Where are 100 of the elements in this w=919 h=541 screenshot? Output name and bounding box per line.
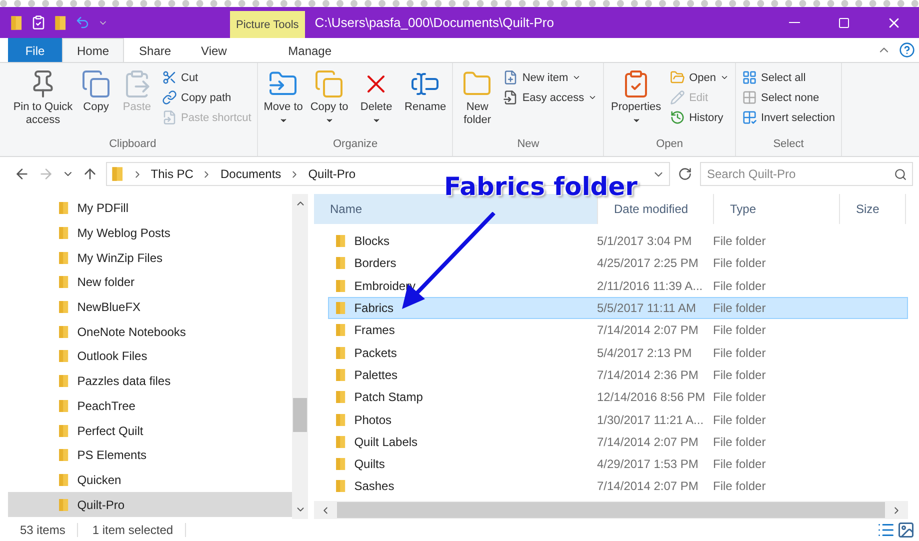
file-row[interactable]: Packets 5/4/2017 2:13 PM File folder: [328, 341, 908, 364]
folder-icon: [335, 278, 346, 293]
ribbon-button[interactable]: Easy access: [501, 89, 600, 106]
file-row[interactable]: Embroidery 2/11/2016 11:39 A... File folder: [328, 274, 908, 297]
folder-icon: [335, 256, 346, 270]
folder-icon: [335, 323, 346, 338]
nav-item[interactable]: Pazzles data files: [8, 368, 292, 394]
new-item-icon: [503, 70, 518, 85]
back-button[interactable]: [14, 166, 30, 182]
breadcrumb[interactable]: Quilt-Pro: [308, 167, 356, 181]
properties-icon[interactable]: [30, 15, 46, 30]
folder-icon: [58, 472, 70, 487]
edit-icon: [670, 90, 686, 105]
type-cell-text: File folder: [713, 368, 767, 382]
ribbon-button[interactable]: Copy: [78, 67, 114, 138]
undo-icon[interactable]: [74, 15, 90, 30]
maximize-icon: [838, 16, 850, 28]
ribbon-button[interactable]: Rename: [402, 67, 448, 138]
search-field[interactable]: Search Quilt-Pro: [700, 162, 913, 186]
nav-item[interactable]: Perfect Quilt: [8, 418, 292, 443]
ribbon-tab[interactable]: Home: [62, 38, 124, 62]
ribbon-button[interactable]: Copy to: [308, 67, 350, 138]
nav-item[interactable]: OneNote Notebooks: [8, 319, 292, 344]
column-header[interactable]: Date modified: [598, 194, 714, 224]
ribbon-button[interactable]: New item: [501, 69, 600, 86]
folder-icon: [58, 300, 70, 314]
file-row[interactable]: Sashes 7/14/2014 2:07 PM File folder: [328, 475, 908, 498]
file-name: Fabrics: [329, 301, 597, 316]
nav-item[interactable]: PeachTree: [8, 394, 292, 418]
date-cell-text: 2/11/2016 11:39 A...: [597, 278, 704, 293]
ribbon-button[interactable]: History: [668, 109, 731, 126]
date-cell-text: 7/14/2014 2:07 PM: [597, 323, 700, 338]
details-view-icon[interactable]: [877, 521, 895, 539]
easy-access-icon: [503, 90, 518, 105]
refresh-button[interactable]: [678, 167, 692, 181]
ribbon-button[interactable]: Copy path: [160, 89, 254, 106]
folder-icon: [335, 368, 346, 382]
nav-item[interactable]: My Weblog Posts: [8, 220, 292, 246]
date-cell-text: 4/25/2017 2:25 PM: [597, 256, 700, 270]
ribbon-button[interactable]: Delete: [354, 67, 398, 138]
file-row[interactable]: Fabrics 5/5/2017 11:11 AM File folder: [328, 296, 908, 320]
back-arrow-icon: [14, 166, 30, 182]
status-text: 1 item selected: [92, 523, 186, 537]
type-cell-text: File folder: [713, 412, 767, 427]
folder-icon: [111, 166, 124, 182]
nav-item[interactable]: My PDFill: [8, 196, 292, 221]
up-button[interactable]: [82, 166, 98, 182]
file-row[interactable]: Quilts 4/29/2017 1:53 PM File folder: [328, 452, 908, 476]
folder-icon: [58, 349, 70, 364]
breadcrumb[interactable]: This PC: [150, 167, 194, 181]
help-icon[interactable]: [899, 42, 915, 58]
ribbon-button[interactable]: Select none: [740, 89, 837, 106]
scroll-thumb[interactable]: [293, 398, 307, 432]
scroll-thumb[interactable]: [337, 502, 885, 518]
ribbon-button[interactable]: Move to: [262, 67, 304, 138]
type-cell-text: File folder: [713, 234, 767, 248]
column-header[interactable]: Type: [714, 194, 840, 224]
ribbon-button[interactable]: Select all: [740, 69, 837, 86]
type-cell-text: File folder: [713, 256, 767, 270]
ribbon-button[interactable]: Pin to Quick access: [12, 67, 74, 138]
nav-item[interactable]: Outlook Files: [8, 344, 292, 369]
nav-item[interactable]: Quilt-Pro: [8, 492, 292, 517]
file-row[interactable]: Borders 4/25/2017 2:25 PM File folder: [328, 252, 908, 275]
type-cell-text: File folder: [713, 278, 767, 293]
file-row[interactable]: Blocks 5/1/2017 3:04 PM File folder: [328, 230, 908, 252]
date-cell-text: 5/4/2017 2:13 PM: [597, 346, 693, 360]
minimize-icon: [788, 22, 800, 23]
folder-icon: [54, 14, 67, 30]
date-cell-text: 1/30/2017 11:21 A...: [597, 412, 705, 427]
file-row[interactable]: Frames 7/14/2014 2:07 PM File folder: [328, 319, 908, 342]
nav-item[interactable]: New folder: [8, 270, 292, 295]
ribbon-button[interactable]: Invert selection: [740, 109, 837, 126]
column-header[interactable]: Name: [314, 194, 598, 224]
ribbon-button[interactable]: Properties: [608, 67, 664, 138]
search-icon: [894, 168, 907, 181]
file-name: Photos: [329, 412, 597, 427]
nav-item[interactable]: My WinZip Files: [8, 245, 292, 270]
nav-item[interactable]: Quicken: [8, 468, 292, 492]
nav-item[interactable]: NewBlueFX: [8, 294, 292, 320]
folder-icon: [58, 226, 70, 240]
nav-item[interactable]: PS Elements: [8, 442, 292, 468]
breadcrumb[interactable]: Documents: [220, 167, 282, 181]
date-cell-text: 4/29/2017 1:53 PM: [597, 457, 700, 472]
ribbon-button[interactable]: Open: [668, 69, 731, 86]
thumbnail-view-icon[interactable]: [897, 521, 915, 539]
ribbon-tab[interactable]: File: [8, 38, 62, 62]
folder-icon: [335, 479, 346, 494]
folder-icon: [58, 201, 70, 216]
folder-icon: [335, 434, 346, 449]
ribbon-button[interactable]: New folder: [457, 67, 498, 138]
folder-icon: [58, 398, 70, 413]
column-header[interactable]: Size: [840, 194, 906, 224]
file-row[interactable]: Quilt Labels 7/14/2014 2:07 PM File folder: [328, 430, 908, 453]
folder-icon: [58, 250, 70, 265]
folder-icon: [58, 448, 70, 462]
ribbon-button[interactable]: Cut: [160, 69, 254, 86]
group-label: New: [516, 138, 540, 152]
file-row[interactable]: Photos 1/30/2017 11:21 A... File folder: [328, 408, 908, 431]
file-row[interactable]: Palettes 7/14/2014 2:36 PM File folder: [328, 364, 908, 386]
file-row[interactable]: Patch Stamp 12/14/2016 8:56 PM File folder: [328, 386, 908, 408]
